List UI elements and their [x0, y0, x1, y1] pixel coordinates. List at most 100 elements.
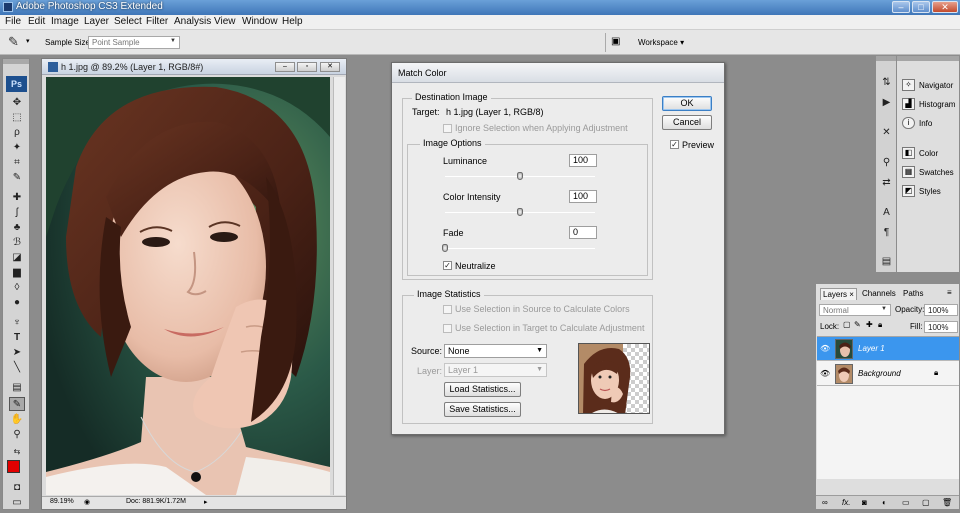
paragraph-panel-icon[interactable]: ¶: [880, 226, 893, 239]
dodge-icon[interactable]: ●: [9, 296, 25, 310]
path-select-icon[interactable]: ➤: [9, 346, 25, 360]
close-button[interactable]: ✕: [932, 1, 958, 13]
brush-icon[interactable]: ʃ: [9, 206, 25, 220]
gradient-icon[interactable]: ▆: [9, 266, 25, 280]
doc-minimize-button[interactable]: –: [275, 62, 295, 72]
color-intensity-input[interactable]: 100: [569, 190, 597, 203]
source-dropdown[interactable]: None ▼: [444, 344, 547, 358]
menu-help[interactable]: Help: [282, 16, 303, 27]
screen-mode-icon[interactable]: ▭: [9, 496, 25, 510]
menu-select[interactable]: Select: [114, 16, 142, 27]
mask-icon[interactable]: ◙: [862, 498, 867, 507]
opacity-input[interactable]: 100%: [924, 304, 958, 316]
eyedropper-icon[interactable]: ✎: [8, 34, 19, 50]
menu-window[interactable]: Window: [242, 16, 278, 27]
new-layer-icon[interactable]: ▢: [922, 498, 930, 507]
blur-icon[interactable]: ◊: [9, 281, 25, 295]
status-menu-icon[interactable]: ◉: [84, 498, 90, 506]
cancel-button[interactable]: Cancel: [662, 115, 712, 130]
doc-restore-button[interactable]: ▫: [297, 62, 317, 72]
color-panel-button[interactable]: ◧ Color: [899, 145, 959, 162]
adjustment-icon[interactable]: ◐: [882, 498, 887, 507]
tab-paths[interactable]: Paths: [901, 288, 925, 300]
ignore-selection-checkbox[interactable]: [443, 124, 452, 133]
history-brush-icon[interactable]: ℬ: [9, 236, 25, 250]
visibility-eye-icon[interactable]: 👁︎: [820, 369, 830, 378]
save-statistics-button[interactable]: Save Statistics...: [444, 402, 521, 417]
fade-slider-thumb[interactable]: [442, 244, 448, 252]
document-vertical-scrollbar[interactable]: [333, 77, 345, 495]
histogram-panel-button[interactable]: ▟ Histogram: [899, 96, 959, 113]
lock-position-icon[interactable]: ✚: [866, 320, 873, 329]
eyedropper-active-icon[interactable]: ✎: [9, 397, 25, 411]
portrait-photo[interactable]: [46, 77, 330, 495]
lasso-icon[interactable]: ρ: [9, 126, 25, 140]
panel-menu-icon[interactable]: ≡: [947, 288, 952, 297]
info-panel-button[interactable]: i Info: [899, 115, 959, 132]
shape-icon[interactable]: ╲: [9, 361, 25, 375]
toolbox-grip[interactable]: [3, 59, 29, 64]
preview-checkbox[interactable]: ✓: [670, 140, 679, 149]
lock-transparent-icon[interactable]: ▢: [843, 320, 851, 329]
ok-button[interactable]: OK: [662, 96, 712, 111]
actions-panel-icon[interactable]: ▶: [880, 96, 893, 109]
trash-icon[interactable]: 🗑︎: [942, 498, 952, 507]
clone-source-icon[interactable]: ⇄: [880, 176, 893, 189]
dialog-title-bar[interactable]: Match Color: [392, 63, 724, 83]
clone-stamp-icon[interactable]: ♣: [9, 221, 25, 235]
crop-icon[interactable]: ⌗: [9, 156, 25, 170]
menu-edit[interactable]: Edit: [28, 16, 45, 27]
eraser-icon[interactable]: ◪: [9, 251, 25, 265]
tool-preset-arrow-icon[interactable]: ▾: [26, 37, 30, 45]
sample-size-select[interactable]: Point Sample ▼: [88, 36, 180, 49]
layer-dropdown[interactable]: Layer 1 ▼: [444, 363, 547, 377]
layer-row-background[interactable]: 👁︎ Background 🔒︎: [817, 362, 959, 386]
magic-wand-icon[interactable]: ✦: [9, 141, 25, 155]
swap-colors-icon[interactable]: ⇆: [9, 445, 25, 459]
dock-panel-grip[interactable]: [897, 56, 959, 61]
blend-mode-select[interactable]: Normal ▼: [819, 304, 891, 316]
layer-comps-icon[interactable]: ▤: [880, 255, 893, 268]
menu-file[interactable]: File: [5, 16, 21, 27]
zoom-level[interactable]: 89.19%: [50, 498, 74, 505]
character-panel-icon[interactable]: A: [880, 206, 893, 219]
tab-channels[interactable]: Channels: [860, 288, 898, 300]
lock-image-icon[interactable]: ✎: [854, 320, 861, 329]
move-icon[interactable]: ✥: [9, 96, 25, 110]
fade-slider-track[interactable]: [445, 248, 595, 249]
dock-grip[interactable]: [876, 56, 896, 61]
fx-icon[interactable]: fx.: [842, 498, 850, 507]
minimize-button[interactable]: –: [892, 1, 910, 13]
brushes-panel-icon[interactable]: ⚲: [880, 156, 893, 169]
luminance-slider-thumb[interactable]: [517, 172, 523, 180]
menu-image[interactable]: Image: [51, 16, 79, 27]
hand-icon[interactable]: ✋: [9, 413, 25, 427]
fade-input[interactable]: 0: [569, 226, 597, 239]
neutralize-checkbox[interactable]: ✓: [443, 261, 452, 270]
zoom-icon[interactable]: ⚲: [9, 428, 25, 442]
marquee-icon[interactable]: ⬚: [9, 111, 25, 125]
layer-row-layer-1[interactable]: 👁︎ Layer 1: [817, 337, 959, 361]
eyedropper-tool-icon[interactable]: ✎: [9, 171, 25, 185]
use-selection-source-checkbox[interactable]: [443, 305, 452, 314]
group-icon[interactable]: ▭: [902, 498, 910, 507]
pen-icon[interactable]: ♆: [9, 316, 25, 330]
workspace-button[interactable]: Workspace ▾: [638, 38, 684, 47]
color-intensity-slider-thumb[interactable]: [517, 208, 523, 216]
fill-input[interactable]: 100%: [924, 321, 958, 333]
load-statistics-button[interactable]: Load Statistics...: [444, 382, 521, 397]
styles-panel-button[interactable]: ◩ Styles: [899, 183, 959, 200]
menu-layer[interactable]: Layer: [84, 16, 109, 27]
tool-presets-icon[interactable]: ✕: [880, 126, 893, 139]
document-title-bar[interactable]: h 1.jpg @ 89.2% (Layer 1, RGB/8#) – ▫ ✕: [42, 59, 346, 75]
quick-mask-icon[interactable]: ◘: [9, 481, 25, 495]
status-arrow-icon[interactable]: ▸: [204, 498, 208, 506]
doc-close-button[interactable]: ✕: [320, 62, 340, 72]
visibility-eye-icon[interactable]: 👁︎: [820, 344, 830, 353]
type-icon[interactable]: T: [9, 331, 25, 345]
swatches-panel-button[interactable]: ▦ Swatches: [899, 164, 959, 181]
menu-analysis[interactable]: Analysis: [174, 16, 211, 27]
luminance-input[interactable]: 100: [569, 154, 597, 167]
restore-button[interactable]: □: [912, 1, 930, 13]
foreground-color-swatch[interactable]: [7, 460, 20, 473]
